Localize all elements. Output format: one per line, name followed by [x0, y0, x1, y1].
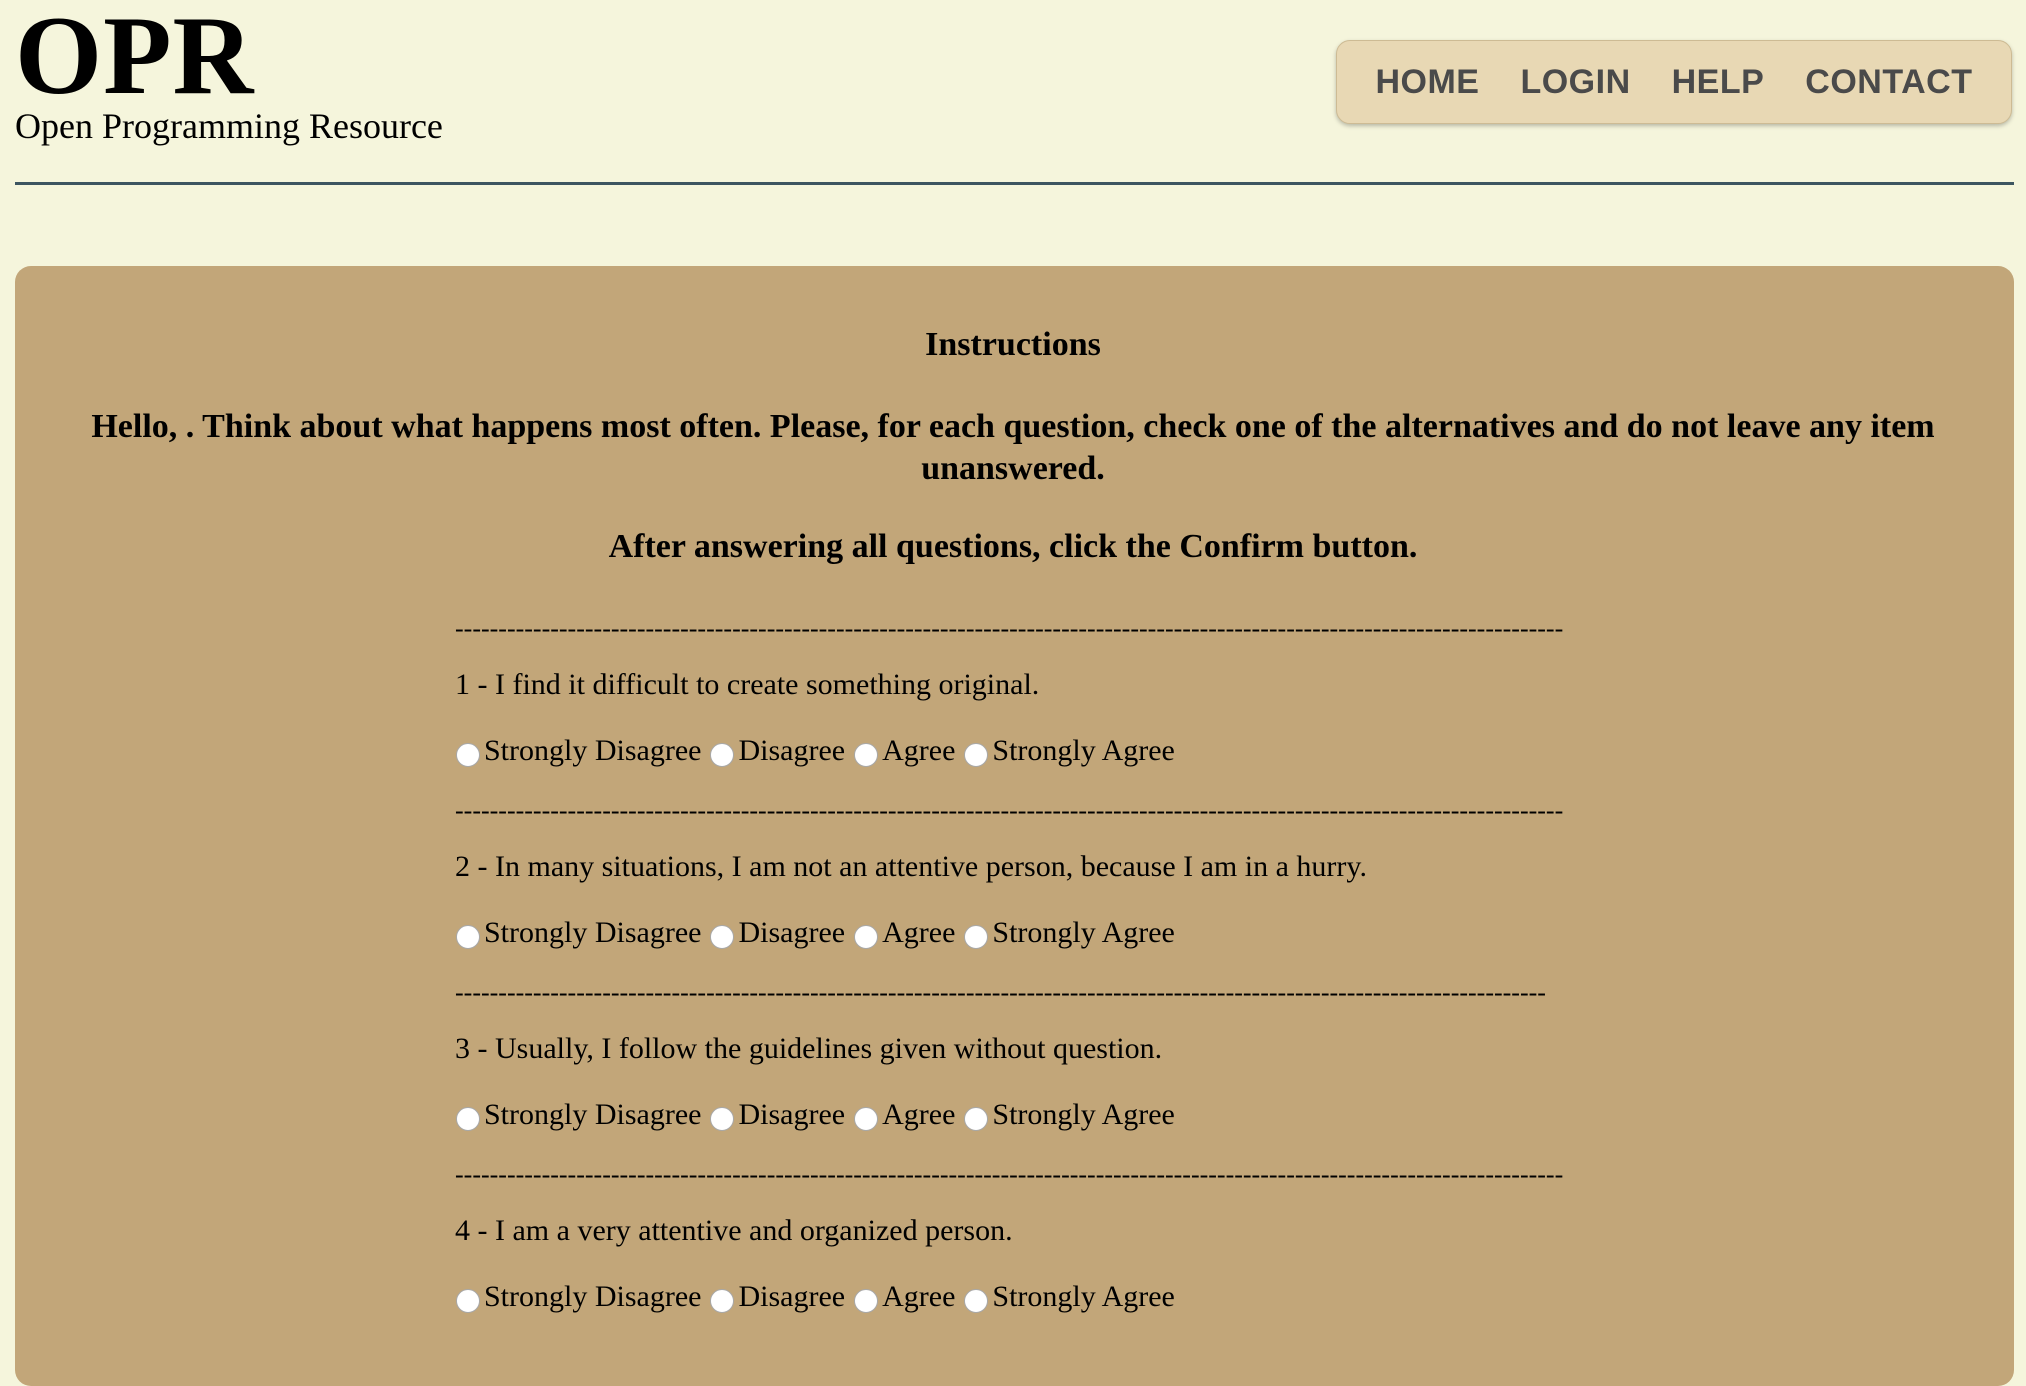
radio-agree[interactable]	[854, 925, 879, 949]
radio-strongly-agree[interactable]	[964, 1107, 989, 1131]
answer-options: Strongly Disagree Disagree Agree Strongl…	[455, 1096, 1575, 1134]
question-2: ----------------------------------------…	[455, 788, 1575, 952]
option-label: Strongly Agree	[992, 734, 1175, 767]
question-separator: ----------------------------------------…	[455, 614, 1564, 643]
radio-agree[interactable]	[854, 1107, 879, 1131]
radio-strongly-agree[interactable]	[964, 925, 989, 949]
question-text: 3 - Usually, I follow the guidelines giv…	[455, 1032, 1163, 1065]
question-separator: ----------------------------------------…	[455, 978, 1546, 1007]
option-label: Agree	[882, 1280, 956, 1313]
instructions-text: Hello, . Think about what happens most o…	[91, 408, 1935, 487]
option-label: Agree	[882, 916, 956, 949]
nav-login-link[interactable]: LOGIN	[1520, 63, 1630, 102]
radio-strongly-agree[interactable]	[964, 743, 989, 767]
logo-title: OPR	[15, 0, 255, 118]
option-label: Strongly Disagree	[484, 1280, 702, 1313]
option-label: Disagree	[738, 1098, 846, 1131]
answer-options: Strongly Disagree Disagree Agree Strongl…	[455, 1278, 1575, 1316]
radio-strongly-disagree[interactable]	[456, 743, 480, 767]
radio-strongly-disagree[interactable]	[456, 1289, 480, 1313]
radio-agree[interactable]	[854, 1289, 879, 1313]
option-label: Strongly Disagree	[484, 916, 702, 949]
option-label: Strongly Agree	[992, 1280, 1175, 1313]
nav-home-link[interactable]: HOME	[1375, 63, 1479, 102]
question-list: ----------------------------------------…	[455, 606, 1575, 1334]
instructions-title: Instructions	[925, 326, 1101, 363]
option-label: Strongly Disagree	[484, 1098, 702, 1131]
radio-strongly-disagree[interactable]	[456, 925, 480, 949]
option-label: Agree	[882, 1098, 956, 1131]
radio-agree[interactable]	[854, 743, 879, 767]
option-label: Strongly Agree	[992, 916, 1175, 949]
question-text: 1 - I find it difficult to create someth…	[455, 668, 1040, 701]
radio-strongly-disagree[interactable]	[456, 1107, 480, 1131]
option-label: Disagree	[738, 1280, 846, 1313]
question-text: 4 - I am a very attentive and organized …	[455, 1214, 1013, 1247]
radio-disagree[interactable]	[710, 925, 735, 949]
nav-contact-link[interactable]: CONTACT	[1805, 63, 1972, 102]
question-1: ----------------------------------------…	[455, 606, 1575, 770]
option-label: Disagree	[738, 734, 846, 767]
question-4: ----------------------------------------…	[455, 1152, 1575, 1316]
instructions-confirm-note: After answering all questions, click the…	[608, 528, 1418, 565]
radio-disagree[interactable]	[710, 743, 735, 767]
nav-help-link[interactable]: HELP	[1672, 63, 1765, 102]
answer-options: Strongly Disagree Disagree Agree Strongl…	[455, 914, 1575, 952]
question-text: 2 - In many situations, I am not an atte…	[455, 850, 1367, 883]
question-separator: ----------------------------------------…	[455, 1160, 1564, 1189]
radio-disagree[interactable]	[710, 1289, 735, 1313]
main-nav: HOME LOGIN HELP CONTACT	[1336, 40, 2012, 124]
logo: OPR Open Programming Resource	[15, 0, 443, 144]
option-label: Disagree	[738, 916, 846, 949]
question-separator: ----------------------------------------…	[455, 796, 1564, 825]
option-label: Strongly Agree	[992, 1098, 1175, 1131]
option-label: Agree	[882, 734, 956, 767]
option-label: Strongly Disagree	[484, 734, 702, 767]
logo-subtitle: Open Programming Resource	[15, 106, 443, 146]
header-divider	[15, 182, 2014, 185]
question-3: ----------------------------------------…	[455, 970, 1575, 1134]
radio-strongly-agree[interactable]	[964, 1289, 989, 1313]
answer-options: Strongly Disagree Disagree Agree Strongl…	[455, 732, 1575, 770]
radio-disagree[interactable]	[710, 1107, 735, 1131]
